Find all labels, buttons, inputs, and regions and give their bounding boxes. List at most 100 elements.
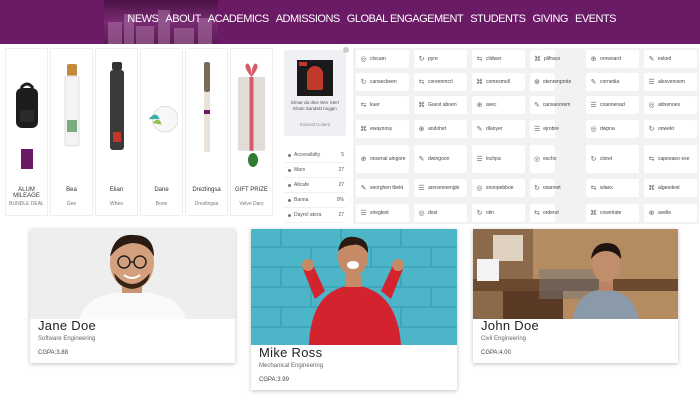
- product-card[interactable]: Drezlingsa Drezlingsa: [185, 48, 228, 216]
- grid-tile[interactable]: ⇆ kuer: [356, 96, 409, 114]
- grid-tile[interactable]: ⌘ Guest aboen: [414, 96, 467, 114]
- grid-tile[interactable]: ☰ ejrobre: [530, 120, 559, 138]
- grid-tile[interactable]: ◎ dost: [414, 204, 467, 222]
- grid-tile[interactable]: ⌘ cowelrate: [586, 204, 639, 222]
- grid-tile[interactable]: ⊕ andohet: [414, 120, 467, 138]
- person-name: John Doe: [481, 318, 540, 333]
- grid-tile[interactable]: ⊕ avec: [472, 96, 525, 114]
- grid-tile[interactable]: ☰ alexvenoem: [644, 73, 697, 91]
- person-name: Jane Doe: [38, 318, 97, 333]
- product-card[interactable]: ALUM MILEAGE BUNDLE DEAL: [5, 48, 48, 216]
- tile-icon: ☰: [418, 185, 425, 192]
- nav-academics[interactable]: ACADEMICS: [208, 13, 269, 25]
- bullet-icon: [288, 183, 291, 187]
- grid-tile[interactable]: ↻ osannet: [530, 179, 561, 197]
- person-major: Mechanical Engineering: [259, 363, 324, 369]
- grid-tile[interactable]: ↻ onwekt: [644, 120, 697, 138]
- grid-tile[interactable]: ☰ annsennengle: [414, 179, 467, 197]
- grid-tile[interactable]: ✎ esked: [644, 50, 697, 68]
- tile-icon: ⇆: [418, 79, 425, 86]
- grid-tile[interactable]: ✎ dwingoon: [414, 145, 467, 173]
- product-name: Bea: [66, 187, 77, 193]
- grid-tile[interactable]: ✎ dlanyer: [472, 120, 525, 138]
- tile-label: cowelrate: [600, 210, 622, 216]
- tile-label: annsennengle: [428, 185, 460, 191]
- grid-tile[interactable]: ⊕ avelle: [644, 204, 697, 222]
- bullet-icon: [288, 198, 291, 202]
- product-price: Gee: [66, 201, 77, 207]
- tile-icon: ✎: [534, 102, 540, 109]
- product-card[interactable]: Dane Bone: [140, 48, 183, 216]
- podcast-card[interactable]: Elmar da dine Wer Sterl Elsan Sandskt ho…: [284, 50, 346, 136]
- grid-tile[interactable]: ⇆ coreenmcrl: [414, 73, 467, 91]
- tile-icon: ⌘: [360, 126, 367, 133]
- grid-tile[interactable]: ⌘ ewaynosy: [356, 120, 409, 138]
- product-name: ALUM MILEAGE: [13, 187, 40, 199]
- close-icon[interactable]: [343, 47, 349, 53]
- list-item[interactable]: Dayrol atera 27: [284, 208, 346, 223]
- grid-tile[interactable]: ✎ seorghen tbekt: [356, 179, 409, 197]
- grid-tile[interactable]: ☰ srlegkiot: [356, 204, 409, 222]
- tile-label: orowoard: [600, 56, 621, 62]
- tile-icon: ◎: [418, 210, 425, 217]
- tile-label: seorghen tbekt: [370, 185, 404, 191]
- grid-tile[interactable]: ⇆ clidwer: [472, 50, 525, 68]
- person-card[interactable]: John Doe Civil Engineering CGPA:4.00: [473, 229, 678, 363]
- tile-icon: ⊕: [476, 102, 483, 109]
- tile-label: srlegkiot: [370, 210, 389, 216]
- grid-tile[interactable]: ✎ cansaoorem: [530, 96, 570, 114]
- nav-news[interactable]: NEWS: [127, 13, 159, 25]
- grid-tile[interactable]: ⊕ orowoard: [586, 50, 639, 68]
- grid-tile[interactable]: ◎ dwpna: [586, 120, 639, 138]
- grid-tile[interactable]: ⇆ capeeaeo exe: [644, 145, 697, 173]
- tile-icon: ✎: [648, 56, 655, 63]
- grid-tile[interactable]: ⌘ algeedest: [644, 179, 697, 197]
- grid-tile[interactable]: ☰ lochpa: [472, 145, 525, 173]
- product-card[interactable]: Bea Gee: [50, 48, 93, 216]
- grid-tile[interactable]: ↻ pyre: [414, 50, 467, 68]
- tile-label: onsenal alngore: [370, 156, 406, 162]
- product-card[interactable]: Elian Wheo: [95, 48, 138, 216]
- tile-icon: ✎: [418, 156, 425, 163]
- nav-about[interactable]: ABOUT: [165, 13, 201, 25]
- grid-tile[interactable]: ⇆ wlaex: [586, 179, 639, 197]
- grid-tile[interactable]: ⌘ plifrace: [530, 50, 560, 68]
- nav-admissions[interactable]: ADMISSIONS: [276, 13, 341, 25]
- tile-label: comesmoll: [486, 79, 510, 85]
- grid-tile[interactable]: ☰ cnaonenad: [586, 96, 639, 114]
- tile-icon: ⊕: [590, 56, 597, 63]
- tile-label: clidwer: [486, 56, 502, 62]
- grid-tile[interactable]: ◎ clocam: [356, 50, 409, 68]
- grid-tile[interactable]: ⊕ otenrenprote: [530, 73, 571, 91]
- tile-icon: ↻: [360, 79, 367, 86]
- grid-tile[interactable]: ⊕ onsenal alngore: [356, 145, 409, 173]
- list-item[interactable]: Banna 0%: [284, 193, 346, 208]
- nav-giving[interactable]: GIVING: [532, 13, 568, 25]
- tile-label: plifrace: [544, 56, 561, 62]
- nav-global-engagement[interactable]: GLOBAL ENGAGEMENT: [347, 13, 464, 25]
- tile-icon: ↻: [418, 56, 425, 63]
- tile-icon: ⊕: [418, 126, 425, 133]
- grid-tile[interactable]: ✎ cornedia: [586, 73, 639, 91]
- grid-tile[interactable]: ⌘ comesmoll: [472, 73, 525, 91]
- person-gpa: CGPA:4.00: [481, 350, 511, 356]
- person-card[interactable]: Jane Doe Software Engineering CGPA:3.88: [30, 229, 235, 363]
- nav-events[interactable]: EVENTS: [575, 13, 617, 25]
- product-card[interactable]: GIFT PRIZE Velve Dary: [230, 48, 273, 216]
- grid-tile[interactable]: ↻ canseckeen: [356, 73, 409, 91]
- grid-tile[interactable]: ↻ olin: [472, 204, 525, 222]
- list-item[interactable]: Allcafe 27: [284, 178, 346, 193]
- list-item[interactable]: Mars 27: [284, 163, 346, 178]
- grid-tile[interactable]: ↻ cloret: [586, 145, 639, 173]
- grid-tile[interactable]: ◎ adnenoes: [644, 96, 697, 114]
- product-price: BUNDLE DEAL: [9, 201, 44, 207]
- grid-tile[interactable]: ◎ escho: [530, 145, 556, 173]
- tile-label: Guest aboen: [428, 102, 457, 108]
- grid-tile[interactable]: ⇆ orderut: [530, 204, 559, 222]
- nav-students[interactable]: STUDENTS: [470, 13, 526, 25]
- grid-tile[interactable]: ◎ snoopebboe: [472, 179, 525, 197]
- person-card[interactable]: Mike Ross Mechanical Engineering CGPA:3.…: [251, 229, 457, 390]
- tile-label: lochpa: [486, 156, 501, 162]
- list-item[interactable]: Accessibilty 5: [284, 148, 346, 163]
- tile-icon: ◎: [648, 102, 655, 109]
